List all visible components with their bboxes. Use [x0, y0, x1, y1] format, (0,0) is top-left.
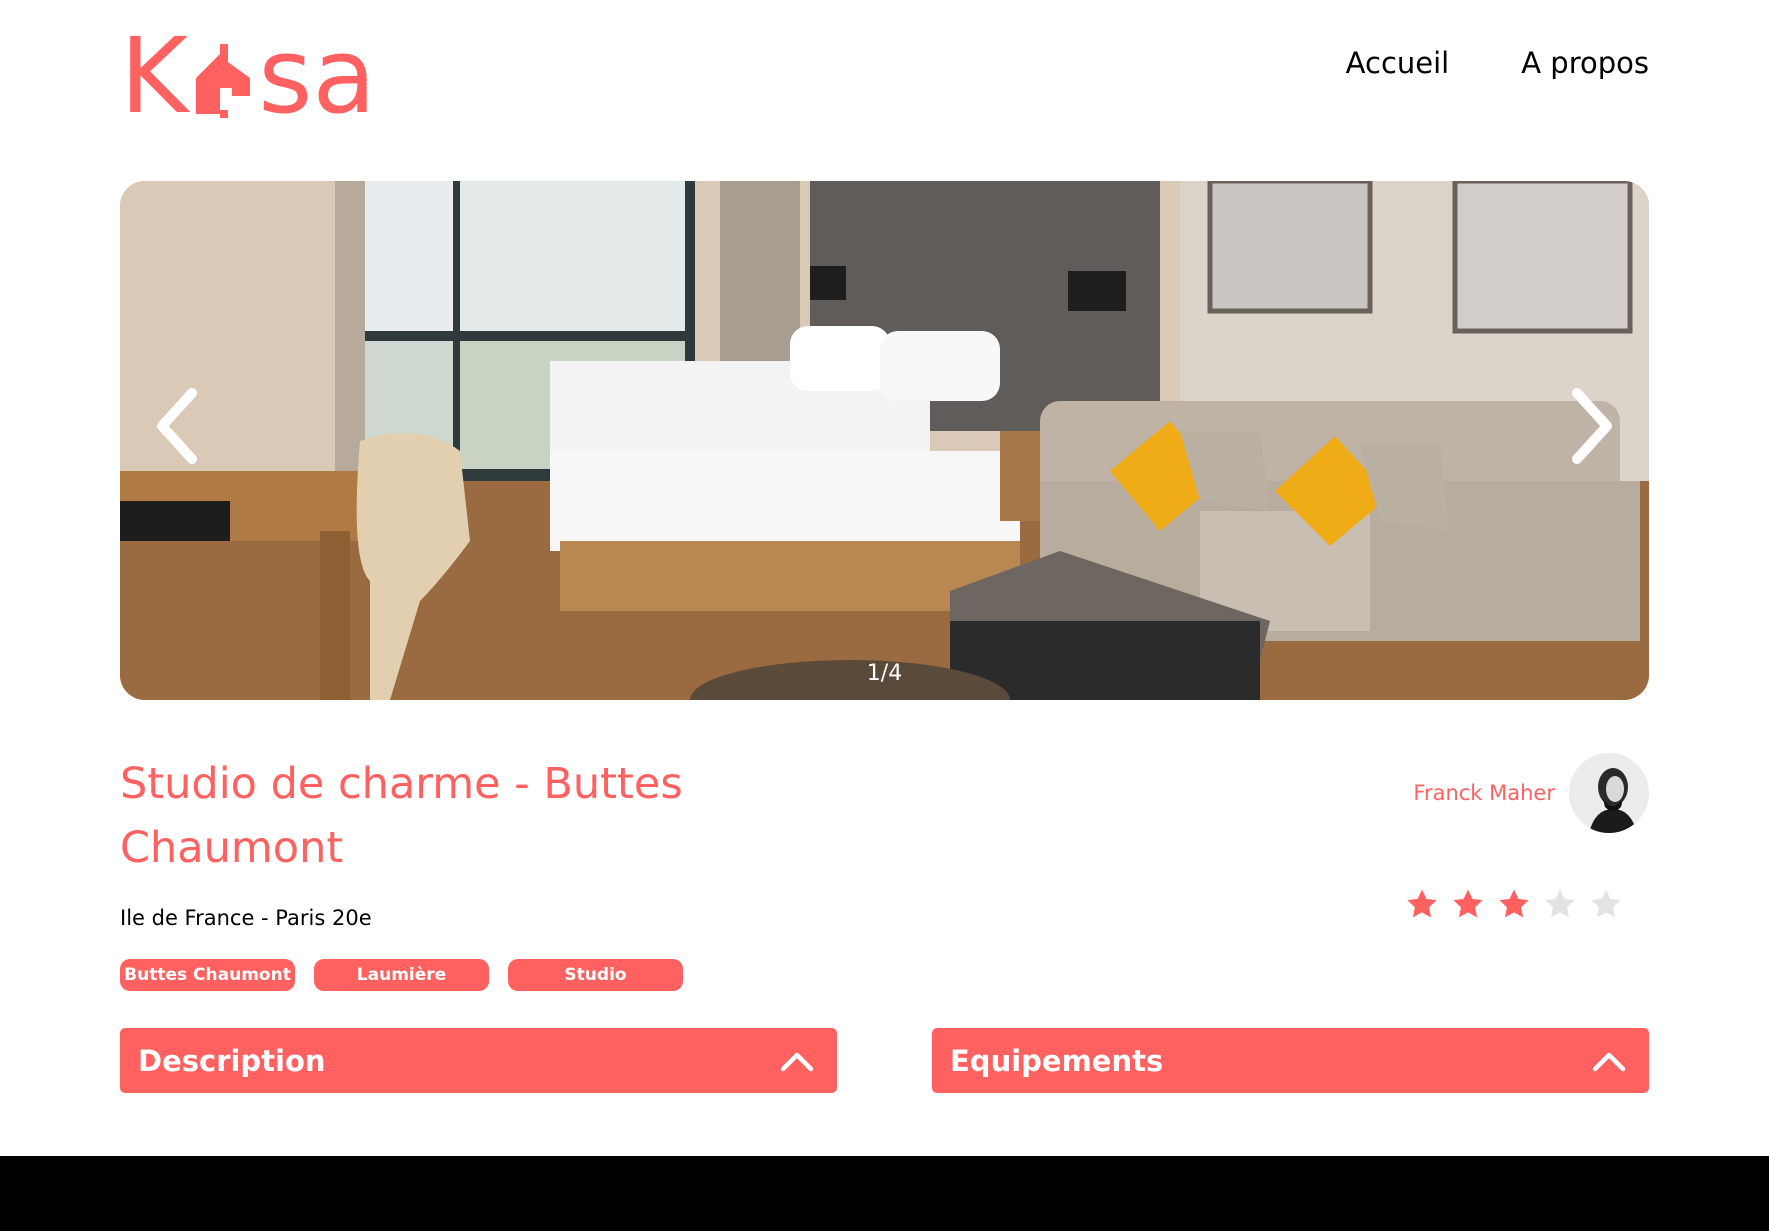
photo-carousel: 1/4 — [120, 181, 1649, 700]
tag: Studio — [508, 959, 683, 991]
host-avatar — [1569, 753, 1649, 833]
carousel-next-button[interactable] — [1559, 381, 1619, 471]
equipements-collapse-label: Equipements — [950, 1043, 1164, 1078]
kasa-logo[interactable]: K sa — [120, 15, 377, 137]
nav-link-a-propos[interactable]: A propos — [1521, 46, 1649, 80]
logo-letter-k: K — [120, 15, 189, 137]
tag-list: Buttes Chaumont Laumière Studio — [120, 959, 683, 991]
star-empty-icon — [1591, 889, 1621, 918]
tag: Buttes Chaumont — [120, 959, 295, 991]
carousel-prev-button[interactable] — [150, 381, 210, 471]
tag: Laumière — [314, 959, 489, 991]
main-nav: Accueil A propos — [1346, 46, 1649, 80]
rating-stars — [1405, 887, 1623, 921]
chevron-up-icon — [1592, 1052, 1626, 1071]
chevron-right-icon — [1572, 388, 1612, 464]
star-filled-icon — [1499, 889, 1529, 918]
listing-title: Studio de charme - Buttes Chaumont — [120, 759, 683, 873]
star-filled-icon — [1453, 889, 1483, 918]
star-filled-icon — [1407, 889, 1437, 918]
site-footer — [0, 1156, 1769, 1231]
house-icon — [190, 34, 256, 118]
description-collapse[interactable]: Description — [120, 1028, 837, 1093]
site-header: K sa Accueil A propos — [120, 15, 1649, 137]
listing-photo — [120, 181, 1649, 700]
star-empty-icon — [1545, 889, 1575, 918]
carousel-counter: 1/4 — [866, 661, 903, 686]
chevron-up-icon — [780, 1052, 814, 1071]
host-name: Franck Maher — [1413, 781, 1555, 805]
host-info: Franck Maher — [1413, 753, 1649, 833]
listing-location: Ile de France - Paris 20e — [120, 906, 372, 930]
equipements-collapse[interactable]: Equipements — [932, 1028, 1649, 1093]
listing-page: K sa Accueil A propos 1/4 Studio de char… — [0, 0, 1769, 1231]
logo-letters-sa: sa — [258, 15, 377, 137]
description-collapse-label: Description — [138, 1043, 326, 1078]
chevron-left-icon — [157, 388, 197, 464]
nav-link-accueil[interactable]: Accueil — [1346, 46, 1450, 80]
